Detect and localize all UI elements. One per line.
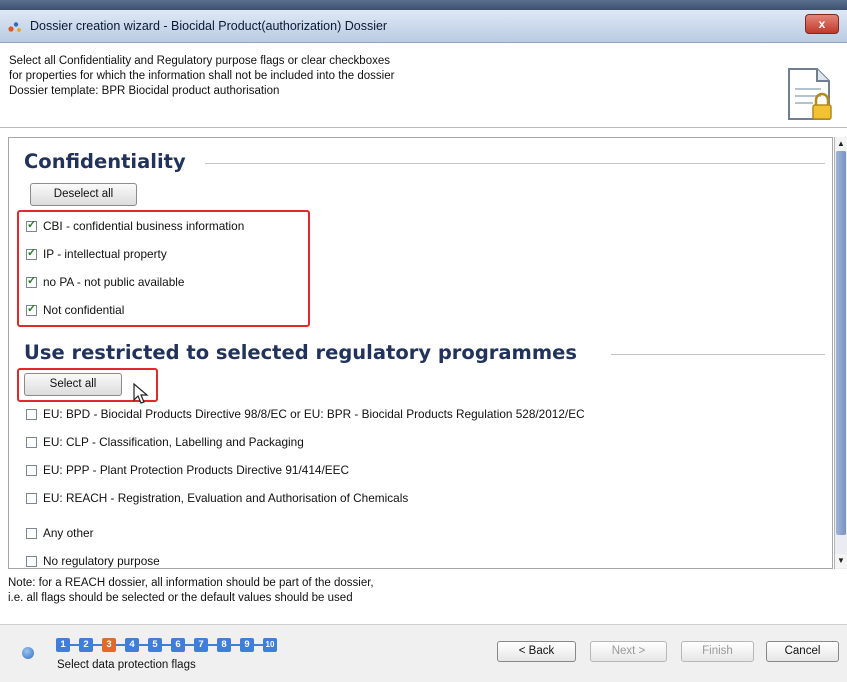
- no-regulatory-purpose-checkbox-row[interactable]: No regulatory purpose: [26, 552, 160, 568]
- cbi-checkbox[interactable]: [26, 218, 37, 232]
- select-all-button[interactable]: Select all: [24, 373, 122, 396]
- step-connector: [139, 644, 148, 646]
- no-pa-checkbox[interactable]: [26, 274, 37, 288]
- title-bar: Dossier creation wizard - Biocidal Produ…: [0, 10, 847, 43]
- clp-label: EU: CLP - Classification, Labelling and …: [43, 435, 304, 449]
- top-strip: [0, 0, 847, 10]
- not-confidential-label: Not confidential: [43, 303, 125, 317]
- not-confidential-checkbox[interactable]: [26, 302, 37, 316]
- step-connector: [162, 644, 171, 646]
- step-3[interactable]: 3: [102, 638, 116, 652]
- step-2[interactable]: 2: [79, 638, 93, 652]
- step-8[interactable]: 8: [217, 638, 231, 652]
- wizard-footer: 1 2 3 4 5 6 7 8 9 10 Select data protect…: [0, 624, 847, 682]
- ip-checkbox-row[interactable]: IP - intellectual property: [26, 245, 167, 263]
- step-6[interactable]: 6: [171, 638, 185, 652]
- bpd-bpr-label: EU: BPD - Biocidal Products Directive 98…: [43, 407, 585, 421]
- step-connector: [231, 644, 240, 646]
- ip-checkbox[interactable]: [26, 246, 37, 260]
- note-line-2: i.e. all flags should be selected or the…: [8, 592, 353, 604]
- no-regulatory-purpose-label: No regulatory purpose: [43, 554, 160, 568]
- deselect-all-button[interactable]: Deselect all: [30, 183, 137, 206]
- step-connector: [116, 644, 125, 646]
- ppp-label: EU: PPP - Plant Protection Products Dire…: [43, 463, 349, 477]
- reach-label: EU: REACH - Registration, Evaluation and…: [43, 491, 409, 505]
- step-7[interactable]: 7: [194, 638, 208, 652]
- not-confidential-checkbox-row[interactable]: Not confidential: [26, 301, 124, 319]
- step-9[interactable]: 9: [240, 638, 254, 652]
- step-1[interactable]: 1: [56, 638, 70, 652]
- bpd-bpr-checkbox-row[interactable]: EU: BPD - Biocidal Products Directive 98…: [26, 405, 585, 423]
- bpd-bpr-checkbox[interactable]: [26, 408, 37, 420]
- mouse-pointer-icon: [133, 383, 149, 404]
- no-pa-checkbox-row[interactable]: no PA - not public available: [26, 273, 184, 291]
- step-5[interactable]: 5: [148, 638, 162, 652]
- no-pa-label: no PA - not public available: [43, 275, 185, 289]
- confidentiality-heading: Confidentiality: [24, 150, 186, 173]
- step-connector: [208, 644, 217, 646]
- close-button[interactable]: x: [805, 14, 839, 34]
- ppp-checkbox-row[interactable]: EU: PPP - Plant Protection Products Dire…: [26, 461, 349, 479]
- scroll-up-arrow-icon[interactable]: ▲: [835, 137, 847, 151]
- back-button[interactable]: < Back: [497, 641, 576, 662]
- ppp-checkbox[interactable]: [26, 464, 37, 476]
- wizard-steps: 1 2 3 4 5 6 7 8 9 10: [56, 638, 277, 652]
- clp-checkbox-row[interactable]: EU: CLP - Classification, Labelling and …: [26, 433, 304, 451]
- wizard-header: Select all Confidentiality and Regulator…: [0, 43, 847, 128]
- confidentiality-divider: [205, 163, 825, 164]
- regulatory-heading: Use restricted to selected regulatory pr…: [24, 341, 578, 364]
- help-icon[interactable]: [22, 647, 34, 659]
- step-connector: [254, 644, 263, 646]
- scrollbar-thumb[interactable]: [836, 151, 846, 535]
- regulatory-list: EU: BPD - Biocidal Products Directive 98…: [26, 404, 826, 568]
- dossier-template-text: Dossier template: BPR Biocidal product a…: [9, 85, 280, 97]
- locked-document-icon: [788, 68, 832, 120]
- no-regulatory-purpose-checkbox[interactable]: [26, 555, 37, 567]
- vertical-scrollbar[interactable]: ▲ ▼: [834, 137, 847, 569]
- cancel-button[interactable]: Cancel: [766, 641, 839, 662]
- any-other-label: Any other: [43, 526, 94, 540]
- options-panel: Confidentiality Deselect all CBI - confi…: [8, 137, 833, 569]
- clp-checkbox[interactable]: [26, 436, 37, 448]
- header-instruction-2: for properties for which the information…: [9, 70, 395, 82]
- cbi-label: CBI - confidential business information: [43, 219, 245, 233]
- header-instruction-1: Select all Confidentiality and Regulator…: [9, 55, 390, 67]
- finish-button[interactable]: Finish: [681, 641, 754, 662]
- step-10[interactable]: 10: [263, 638, 277, 652]
- step-connector: [70, 644, 79, 646]
- step-connector: [185, 644, 194, 646]
- regulatory-divider: [611, 354, 825, 355]
- next-button[interactable]: Next >: [590, 641, 667, 662]
- ip-label: IP - intellectual property: [43, 247, 167, 261]
- window-title: Dossier creation wizard - Biocidal Produ…: [30, 19, 388, 33]
- note-line-1: Note: for a REACH dossier, all informati…: [8, 577, 374, 589]
- any-other-checkbox[interactable]: [26, 527, 37, 539]
- current-step-label: Select data protection flags: [57, 659, 196, 671]
- confidentiality-list: CBI - confidential business information …: [26, 217, 326, 327]
- app-icon: [8, 22, 21, 32]
- reach-checkbox[interactable]: [26, 492, 37, 504]
- scroll-down-arrow-icon[interactable]: ▼: [835, 554, 847, 568]
- step-4[interactable]: 4: [125, 638, 139, 652]
- any-other-checkbox-row[interactable]: Any other: [26, 524, 94, 542]
- cbi-checkbox-row[interactable]: CBI - confidential business information: [26, 217, 244, 235]
- reach-checkbox-row[interactable]: EU: REACH - Registration, Evaluation and…: [26, 489, 408, 507]
- step-connector: [93, 644, 102, 646]
